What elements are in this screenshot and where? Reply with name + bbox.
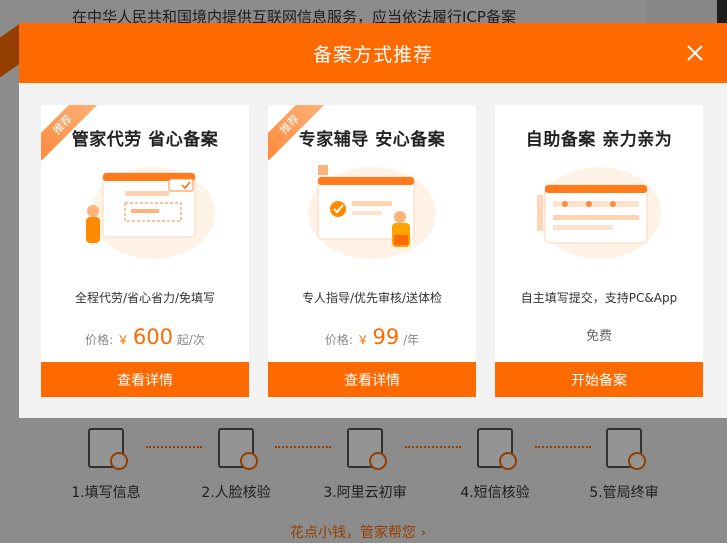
modal-title: 备案方式推荐 <box>312 43 433 66</box>
card-price: 免费 <box>495 325 703 351</box>
card-butler: 推荐 管家代劳 省心备案 全程代劳/省心省力/免填写 价格: ￥ 600 起/次 <box>41 105 249 397</box>
card-title: 专家辅导 安心备案 <box>298 130 446 150</box>
view-details-button[interactable]: 查看详情 <box>268 362 476 397</box>
price-unit: /年 <box>403 333 420 347</box>
card-self-service: 自助备案 亲力亲为 自主填写提交，支持PC&App 免费 开始备案 <box>495 105 703 397</box>
card-description: 专人指导/优先审核/送体检 <box>301 291 443 305</box>
modal-header: 备案方式推荐 <box>19 23 727 83</box>
price-currency: ￥ <box>356 333 369 347</box>
card-expert: 推荐 专家辅导 安心备案 专人指导/优先审核/送体检 价格: ￥ 99 /年 查… <box>268 105 476 397</box>
expert-illustration <box>308 165 436 259</box>
card-description: 自主填写提交，支持PC&App <box>520 291 678 305</box>
close-icon[interactable] <box>683 41 707 65</box>
view-details-button[interactable]: 查看详情 <box>41 362 249 397</box>
price-value: 600 <box>132 325 173 349</box>
price-free-text: 免费 <box>585 329 612 344</box>
filing-method-modal: 备案方式推荐 推荐 管家代劳 省心备案 全程代劳/省心省力/免填写 价格: ￥ … <box>19 23 727 418</box>
card-list: 推荐 管家代劳 省心备案 全程代劳/省心省力/免填写 价格: ￥ 600 起/次 <box>41 105 703 397</box>
card-title: 管家代劳 省心备案 <box>71 130 219 150</box>
price-currency: ￥ <box>117 333 130 347</box>
card-title: 自助备案 亲力亲为 <box>525 130 673 150</box>
price-label: 价格: <box>85 333 114 347</box>
price-value: 99 <box>372 325 400 349</box>
price-label: 价格: <box>324 333 353 347</box>
self-service-illustration <box>537 167 661 259</box>
price-unit: 起/次 <box>176 333 205 347</box>
card-price: 价格: ￥ 99 /年 <box>268 325 476 351</box>
start-filing-button[interactable]: 开始备案 <box>495 362 703 397</box>
card-price: 价格: ￥ 600 起/次 <box>41 325 249 351</box>
butler-illustration <box>86 167 215 259</box>
card-description: 全程代劳/省心省力/免填写 <box>74 291 216 305</box>
